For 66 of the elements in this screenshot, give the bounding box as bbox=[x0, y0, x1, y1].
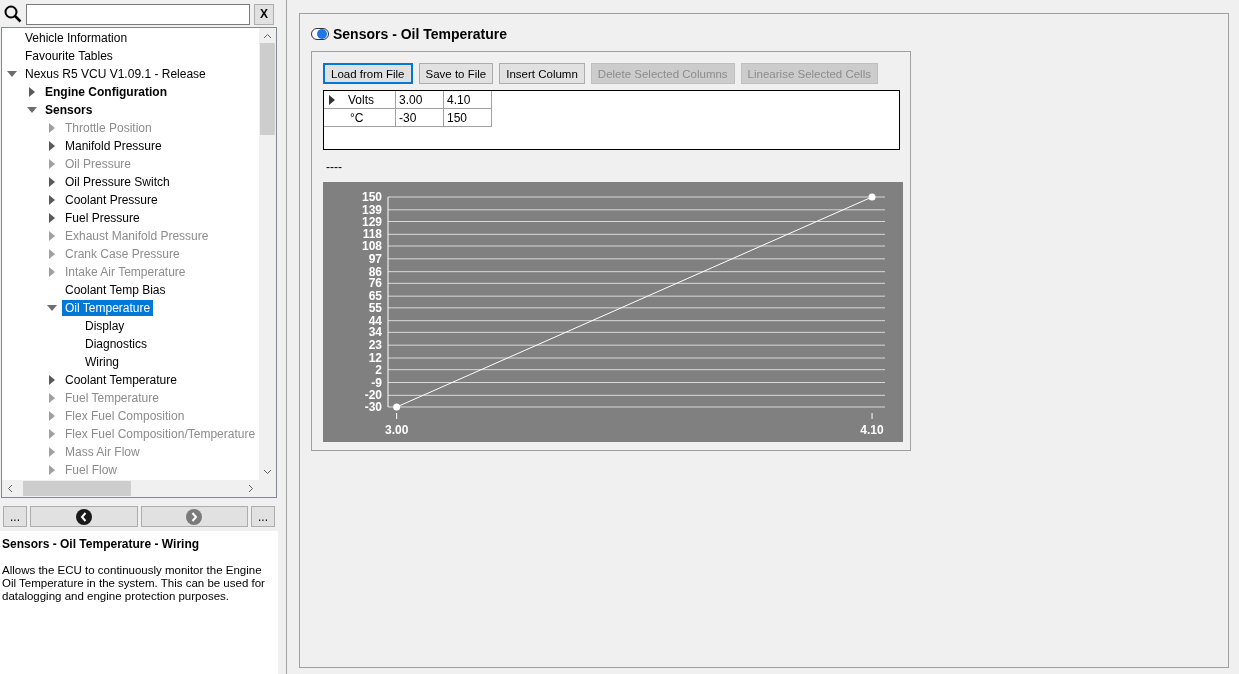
tree-item[interactable]: Coolant Temp Bias bbox=[62, 282, 169, 298]
row-header-cell[interactable]: Volts bbox=[324, 91, 396, 109]
back-button[interactable] bbox=[30, 506, 138, 527]
scrollbar-thumb[interactable] bbox=[260, 43, 275, 135]
clear-button[interactable]: X bbox=[254, 3, 274, 25]
tree-item[interactable]: Oil Pressure Switch bbox=[62, 174, 173, 190]
tree-item[interactable]: Wiring bbox=[82, 354, 122, 370]
status-text: ---- bbox=[326, 160, 343, 174]
search-field[interactable] bbox=[26, 3, 250, 25]
y-tick-label: 2 bbox=[375, 362, 382, 377]
description-title: Sensors - Oil Temperature - Wiring bbox=[2, 537, 201, 551]
row-pointer-icon bbox=[328, 94, 336, 105]
tree-item[interactable]: Oil Temperature bbox=[62, 300, 154, 316]
y-tick-label: 129 bbox=[361, 214, 382, 229]
toolbar-button[interactable]: Save to File bbox=[418, 63, 494, 84]
data-point[interactable] bbox=[393, 403, 401, 411]
toggle-icon bbox=[311, 28, 329, 40]
tree-item[interactable]: Display bbox=[82, 318, 128, 334]
toolbar-button[interactable]: Load from File bbox=[323, 63, 413, 84]
tree-item[interactable]: Coolant Pressure bbox=[62, 192, 161, 208]
row-header-cell[interactable]: °C bbox=[324, 109, 396, 127]
vertical-scrollbar[interactable] bbox=[259, 28, 276, 480]
tree-item[interactable]: Manifold Pressure bbox=[62, 138, 165, 154]
y-tick-label: 34 bbox=[368, 325, 382, 340]
scroll-right-icon[interactable] bbox=[246, 484, 255, 493]
table-cell[interactable]: 4.10 bbox=[444, 91, 492, 109]
row-header: Volts bbox=[348, 92, 374, 107]
y-tick-label: 118 bbox=[362, 227, 382, 242]
y-tick-label: 23 bbox=[368, 338, 382, 353]
tree-item[interactable]: Diagnostics bbox=[82, 336, 151, 352]
toolbar-button[interactable]: Insert Column bbox=[499, 63, 585, 84]
table-cell[interactable]: 150 bbox=[444, 109, 492, 127]
data-point[interactable] bbox=[868, 193, 876, 201]
horizontal-scrollbar[interactable] bbox=[2, 480, 259, 497]
tree-item[interactable]: Favourite Tables bbox=[22, 48, 116, 64]
y-tick-label: -30 bbox=[364, 400, 382, 414]
scroll-down-icon[interactable] bbox=[263, 467, 272, 476]
y-tick-label: -20 bbox=[364, 388, 382, 403]
y-tick-label: 44 bbox=[368, 313, 382, 328]
row-header: °C bbox=[350, 110, 364, 125]
x-tick-label: 4.10 bbox=[860, 423, 884, 437]
y-tick-label: 12 bbox=[368, 351, 382, 365]
y-tick-label: 76 bbox=[368, 276, 382, 291]
tree-group[interactable]: Engine Configuration bbox=[42, 84, 170, 100]
y-tick-label: 139 bbox=[361, 202, 382, 217]
table-cell[interactable]: 3.00 bbox=[396, 91, 444, 109]
more-button[interactable]: ... bbox=[251, 506, 275, 527]
scroll-left-icon[interactable] bbox=[6, 484, 15, 493]
page-title: Sensors - Oil Temperature bbox=[333, 26, 507, 42]
table-cell[interactable]: -30 bbox=[396, 109, 444, 127]
scroll-up-icon[interactable] bbox=[263, 32, 272, 41]
tree-item[interactable]: Vehicle Information bbox=[22, 30, 131, 46]
more-button[interactable]: ... bbox=[3, 506, 27, 527]
y-tick-label: 150 bbox=[361, 190, 382, 204]
tree-item[interactable]: Fuel Pressure bbox=[62, 210, 143, 226]
y-tick-label: -9 bbox=[371, 375, 382, 390]
x-tick-label: 3.00 bbox=[384, 423, 409, 437]
scrollbar-thumb[interactable] bbox=[23, 481, 131, 496]
tree-item[interactable]: Nexus R5 VCU V1.09.1 - Release bbox=[22, 66, 209, 82]
y-tick-label: 86 bbox=[368, 264, 382, 279]
description-text: Allows the ECU to continuously monitor the Engine Oil Temperature in the system. This can be used for datalogging and engine protection purposes. bbox=[2, 564, 266, 603]
y-tick-label: 108 bbox=[361, 239, 382, 253]
tree-group[interactable]: Sensors bbox=[42, 102, 96, 118]
search-icon bbox=[4, 5, 22, 23]
y-tick-label: 97 bbox=[368, 251, 382, 266]
tree-item[interactable]: Coolant Temperature bbox=[62, 372, 180, 388]
